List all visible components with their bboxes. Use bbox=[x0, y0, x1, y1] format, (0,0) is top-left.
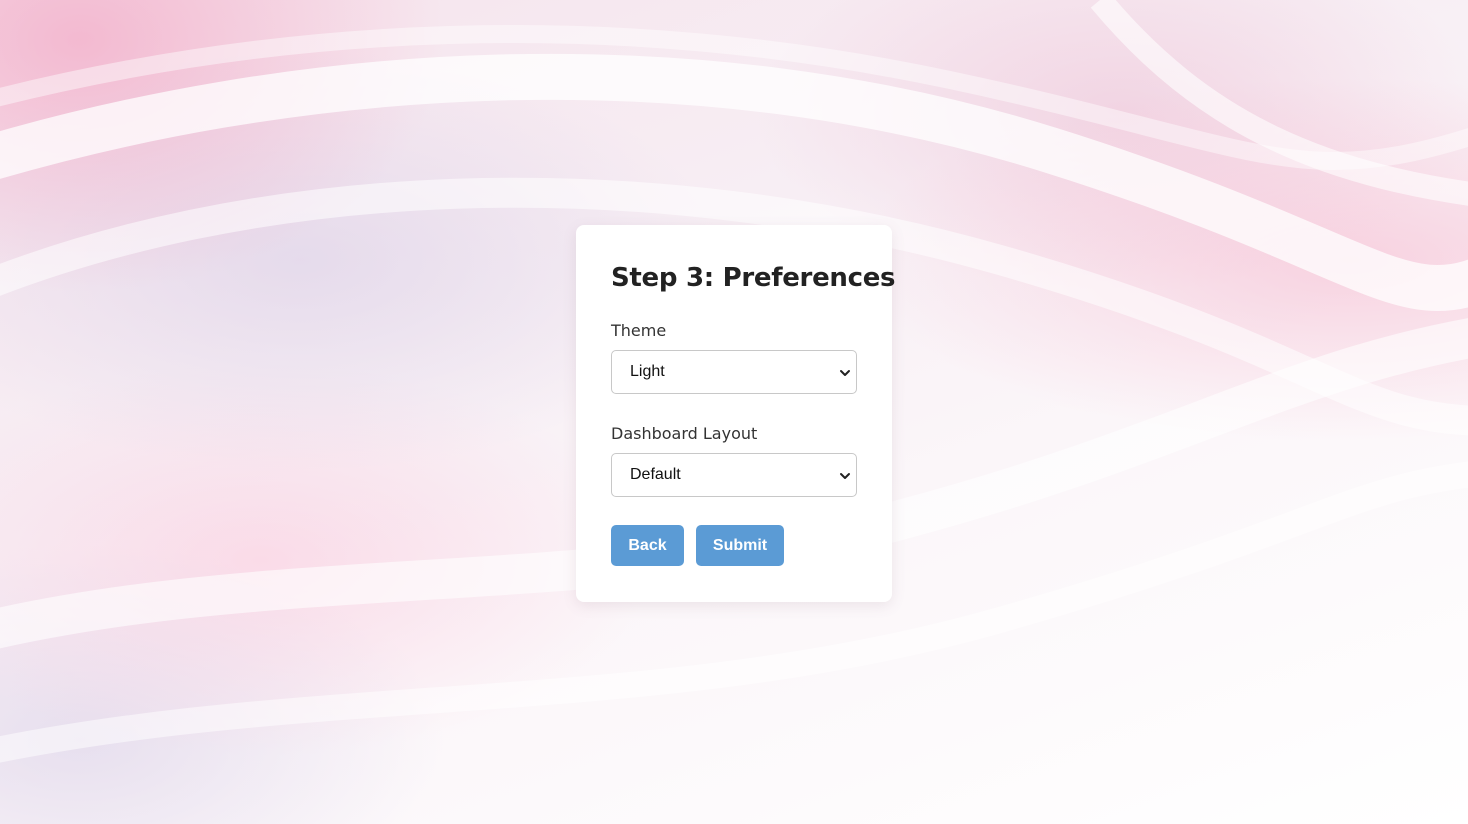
page-title: Step 3: Preferences bbox=[611, 263, 896, 293]
dashboard-layout-label: Dashboard Layout bbox=[611, 424, 758, 443]
chevron-down-icon bbox=[840, 370, 850, 376]
preferences-card: Step 3: Preferences Theme Light Dashboar… bbox=[576, 225, 896, 602]
chevron-down-icon bbox=[840, 473, 850, 479]
submit-button[interactable]: Submit bbox=[696, 525, 784, 566]
theme-select[interactable]: Light bbox=[611, 350, 857, 394]
theme-select-value: Light bbox=[630, 363, 665, 380]
dashboard-layout-select-value: Default bbox=[630, 466, 681, 483]
theme-label: Theme bbox=[611, 321, 667, 340]
dashboard-layout-select[interactable]: Default bbox=[611, 453, 857, 497]
back-button[interactable]: Back bbox=[611, 525, 684, 566]
